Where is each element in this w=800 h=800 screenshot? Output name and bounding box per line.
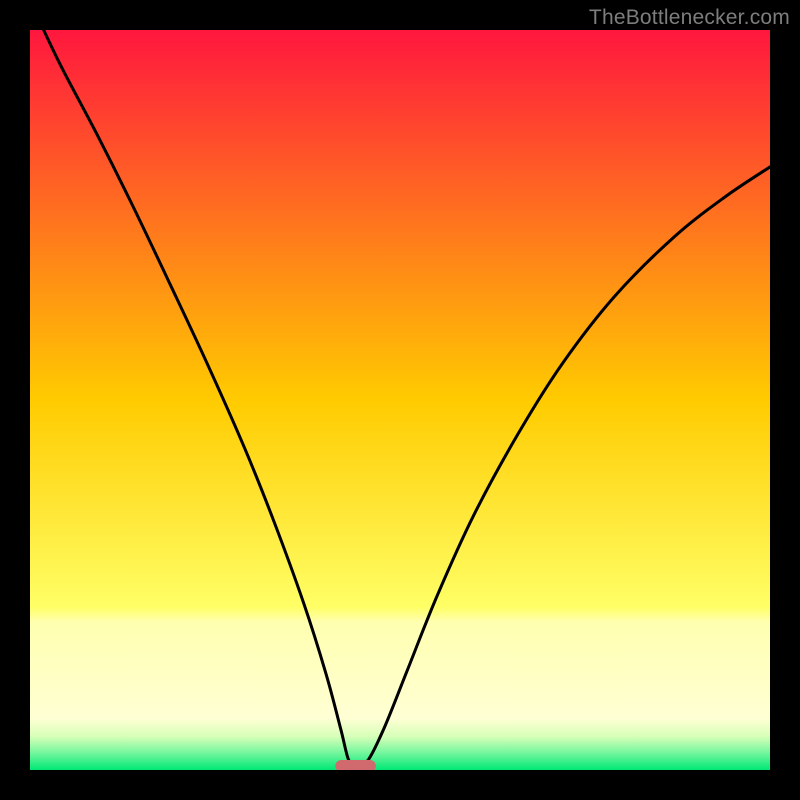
outer-frame: TheBottlenecker.com [0,0,800,800]
watermark-text: TheBottlenecker.com [589,6,790,30]
chart-plot-area [30,30,770,770]
minimum-marker [335,760,376,770]
chart-svg [30,30,770,770]
gradient-background [30,30,770,770]
